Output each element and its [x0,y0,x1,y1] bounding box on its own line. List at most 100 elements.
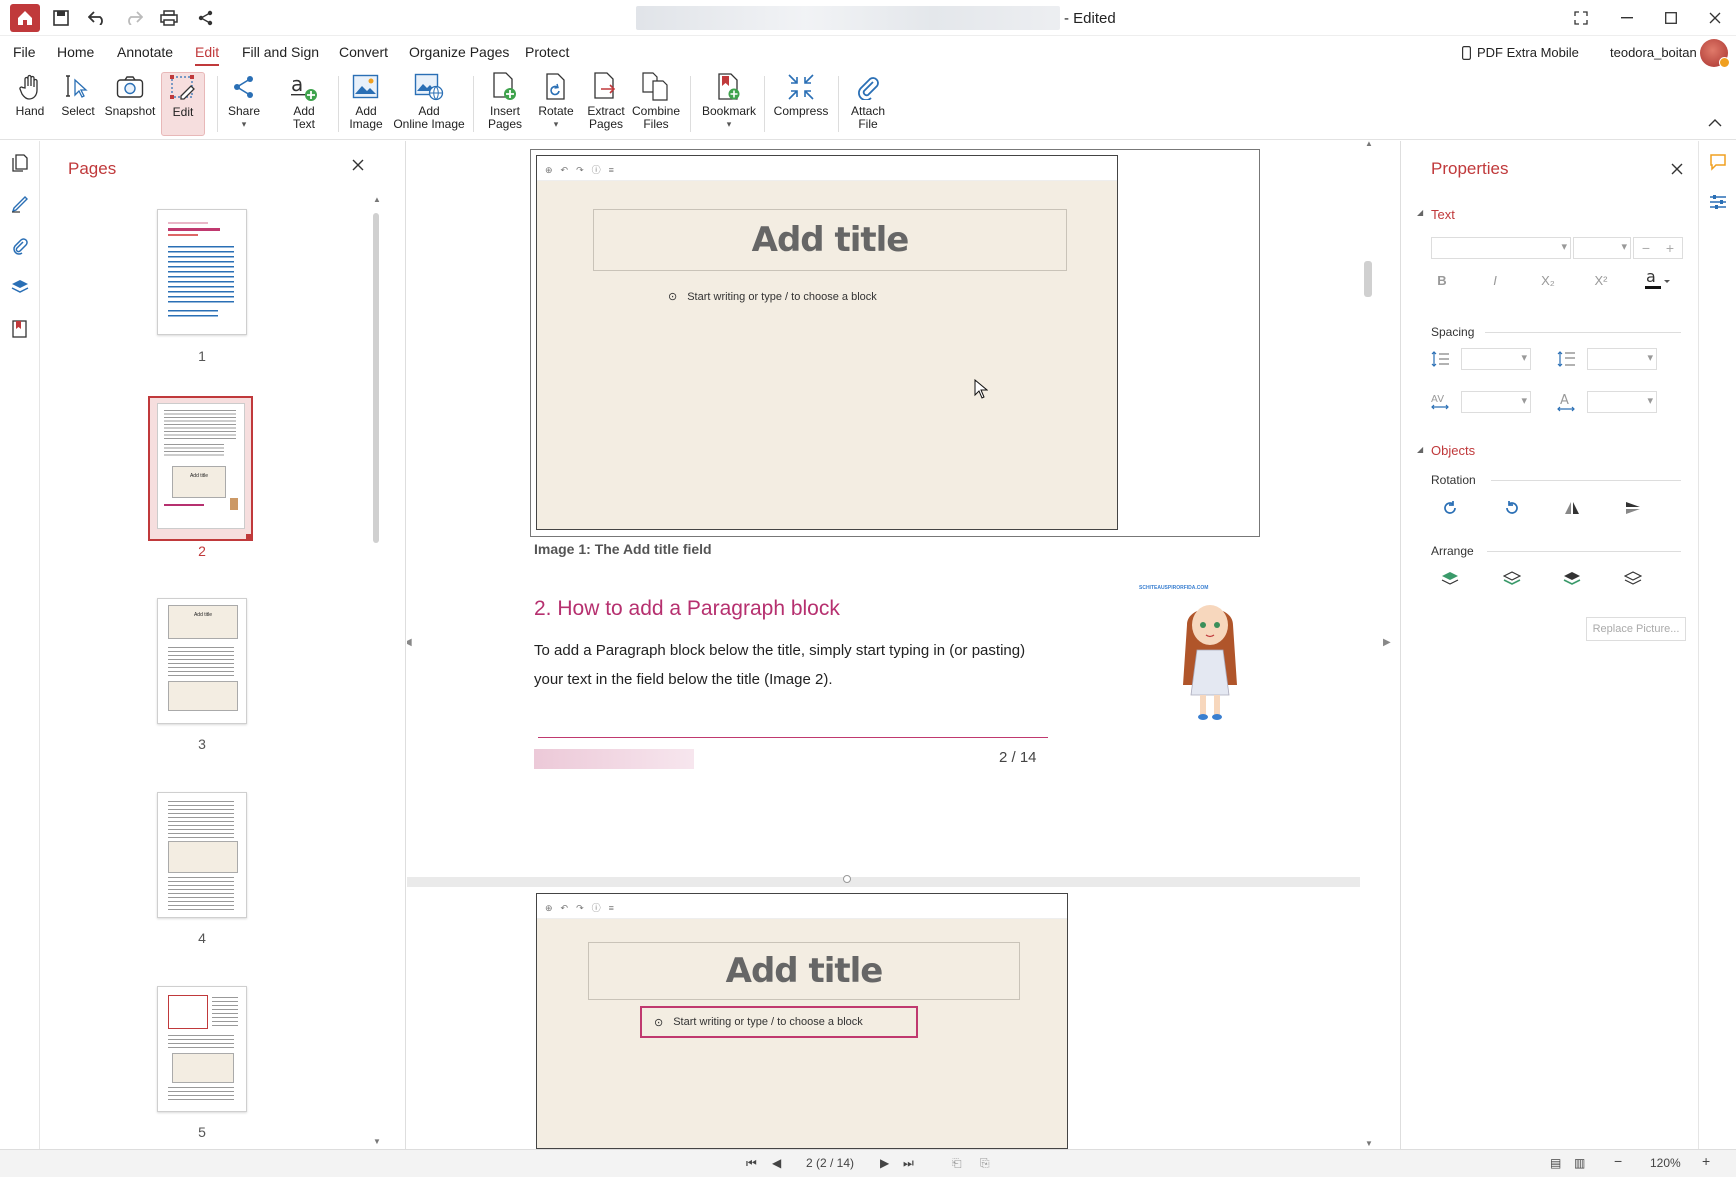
edit-button[interactable]: Edit [161,72,205,136]
close-properties-icon[interactable] [1671,163,1683,178]
flip-horizontal-icon[interactable] [1561,497,1583,519]
embedded-image-2[interactable]: ⊕↶↷ⓘ≡ Add title ⊙ Start writing or type … [536,893,1068,1149]
hand-button[interactable]: Hand [12,72,48,136]
menu-edit[interactable]: Edit [195,44,220,66]
minimize-icon[interactable] [1612,6,1642,30]
menu-home[interactable]: Home [57,44,94,60]
next-view-icon[interactable]: ⎘ [980,1156,990,1171]
close-pages-panel-icon[interactable] [352,159,368,175]
bring-to-front-icon[interactable] [1439,568,1461,590]
maximize-icon[interactable] [1656,6,1686,30]
share-icon[interactable] [195,8,217,28]
send-to-back-icon[interactable] [1622,568,1644,590]
page-indicator[interactable]: 2 (2 / 14) [806,1156,854,1170]
font-color-icon[interactable]: a [1643,267,1671,293]
page-thumbnail-5[interactable] [157,986,247,1112]
continuous-view-icon[interactable]: ▥ [1574,1156,1585,1170]
previous-view-icon[interactable]: ⎗ [952,1156,962,1171]
pdf-extra-mobile-link[interactable]: PDF Extra Mobile [1462,45,1579,60]
bookmarks-panel-icon[interactable] [10,319,30,339]
superscript-button[interactable]: X² [1590,269,1612,291]
document-scrollbar-thumb[interactable] [1364,261,1372,297]
font-size-stepper[interactable]: − + [1633,237,1683,259]
menu-protect[interactable]: Protect [525,44,569,60]
italic-button[interactable]: I [1484,269,1506,291]
rotate-dropdown-icon[interactable]: ▾ [554,118,559,131]
flip-vertical-icon[interactable] [1622,497,1644,519]
paragraph-spacing-select[interactable] [1587,348,1657,370]
rotate-clockwise-icon[interactable] [1439,497,1461,519]
menu-file[interactable]: File [13,44,36,60]
print-icon[interactable] [158,8,180,28]
document-scrollbar[interactable]: ▲ ▼ [1362,139,1376,1149]
bold-button[interactable]: B [1431,269,1453,291]
properties-panel-icon[interactable] [1709,193,1727,214]
user-name[interactable]: teodora_boitan [1610,45,1697,60]
bookmark-button[interactable]: Bookmark ▾ [700,72,758,136]
add-text-button[interactable]: a Add Text [284,72,324,136]
comments-icon[interactable] [1709,153,1727,174]
subscript-button[interactable]: X₂ [1537,269,1559,291]
send-backward-icon[interactable] [1561,568,1583,590]
single-page-view-icon[interactable]: ▤ [1550,1156,1561,1170]
rotate-counterclockwise-icon[interactable] [1501,497,1523,519]
add-online-image-button[interactable]: Add Online Image [393,72,465,136]
next-page-icon[interactable]: ▶ [880,1156,889,1170]
snapshot-button[interactable]: Snapshot [105,72,155,136]
page-thumbnail-4[interactable] [157,792,247,918]
zoom-level[interactable]: 120% [1650,1156,1681,1170]
redo-icon[interactable] [123,8,145,28]
share-dropdown-icon[interactable]: ▾ [242,118,247,131]
collapse-objects-section-icon[interactable]: ◢ [1417,445,1423,454]
font-family-select[interactable] [1431,237,1571,259]
page-thumbnail-3[interactable]: Add title [157,598,247,724]
document-view[interactable]: ◀ ⊕↶↷ⓘ≡ Add title ⊙ Start writing or typ… [407,141,1360,1149]
camera-icon [115,72,145,102]
signature-icon[interactable] [10,194,30,214]
menu-organize-pages[interactable]: Organize Pages [409,44,509,60]
bring-forward-icon[interactable] [1501,568,1523,590]
rotate-button[interactable]: Rotate ▾ [536,72,576,136]
previous-page-icon[interactable]: ◀ [772,1156,781,1170]
character-spacing-select[interactable] [1461,391,1531,413]
font-size-select[interactable] [1573,237,1631,259]
add-image-label: Add Image [349,104,383,131]
home-icon[interactable] [10,4,40,32]
avatar[interactable] [1700,39,1730,68]
bookmark-dropdown-icon[interactable]: ▾ [727,118,732,131]
pages-panel-icon[interactable] [10,153,30,173]
page-thumbnail-2-selected[interactable]: Add title [148,396,253,541]
text-scale-select[interactable] [1587,391,1657,413]
layers-icon[interactable] [10,277,30,297]
insert-pages-button[interactable]: Insert Pages [484,72,526,136]
last-page-icon[interactable]: ⏭ [903,1156,914,1171]
embedded-image-1[interactable]: ⊕↶↷ⓘ≡ Add title ⊙ Start writing or type … [530,149,1260,537]
menu-annotate[interactable]: Annotate [117,44,173,60]
zoom-in-icon[interactable]: + [1702,1153,1710,1169]
first-page-icon[interactable]: ⏮ [746,1156,757,1171]
compress-button[interactable]: Compress [774,72,828,136]
combine-files-button[interactable]: Combine Files [632,72,680,136]
collapse-left-panel-icon[interactable]: ◀ [407,637,412,648]
collapse-text-section-icon[interactable]: ◢ [1417,208,1423,217]
pages-scrollbar-thumb[interactable] [373,213,379,543]
collapse-right-panel-icon[interactable]: ▶ [1383,637,1391,648]
extract-pages-button[interactable]: Extract Pages [584,72,628,136]
replace-picture-button[interactable]: Replace Picture... [1586,617,1686,641]
attach-file-button[interactable]: Attach File [848,72,888,136]
add-image-button[interactable]: Add Image [346,72,386,136]
menu-fill-and-sign[interactable]: Fill and Sign [242,44,319,60]
pages-scrollbar[interactable]: ▲ ▼ [370,195,382,1147]
close-window-icon[interactable] [1700,6,1730,30]
zoom-out-icon[interactable]: − [1614,1153,1622,1169]
attachments-icon[interactable] [10,236,30,256]
line-spacing-select[interactable] [1461,348,1531,370]
collapse-ribbon-icon[interactable] [1708,116,1726,130]
save-icon[interactable] [50,8,72,28]
share-button[interactable]: Share ▾ [225,72,263,136]
fullscreen-icon[interactable] [1566,6,1596,30]
menu-convert[interactable]: Convert [339,44,388,60]
undo-icon[interactable] [86,8,108,28]
select-button[interactable]: Select [60,72,96,136]
page-thumbnail-1[interactable] [157,209,247,335]
